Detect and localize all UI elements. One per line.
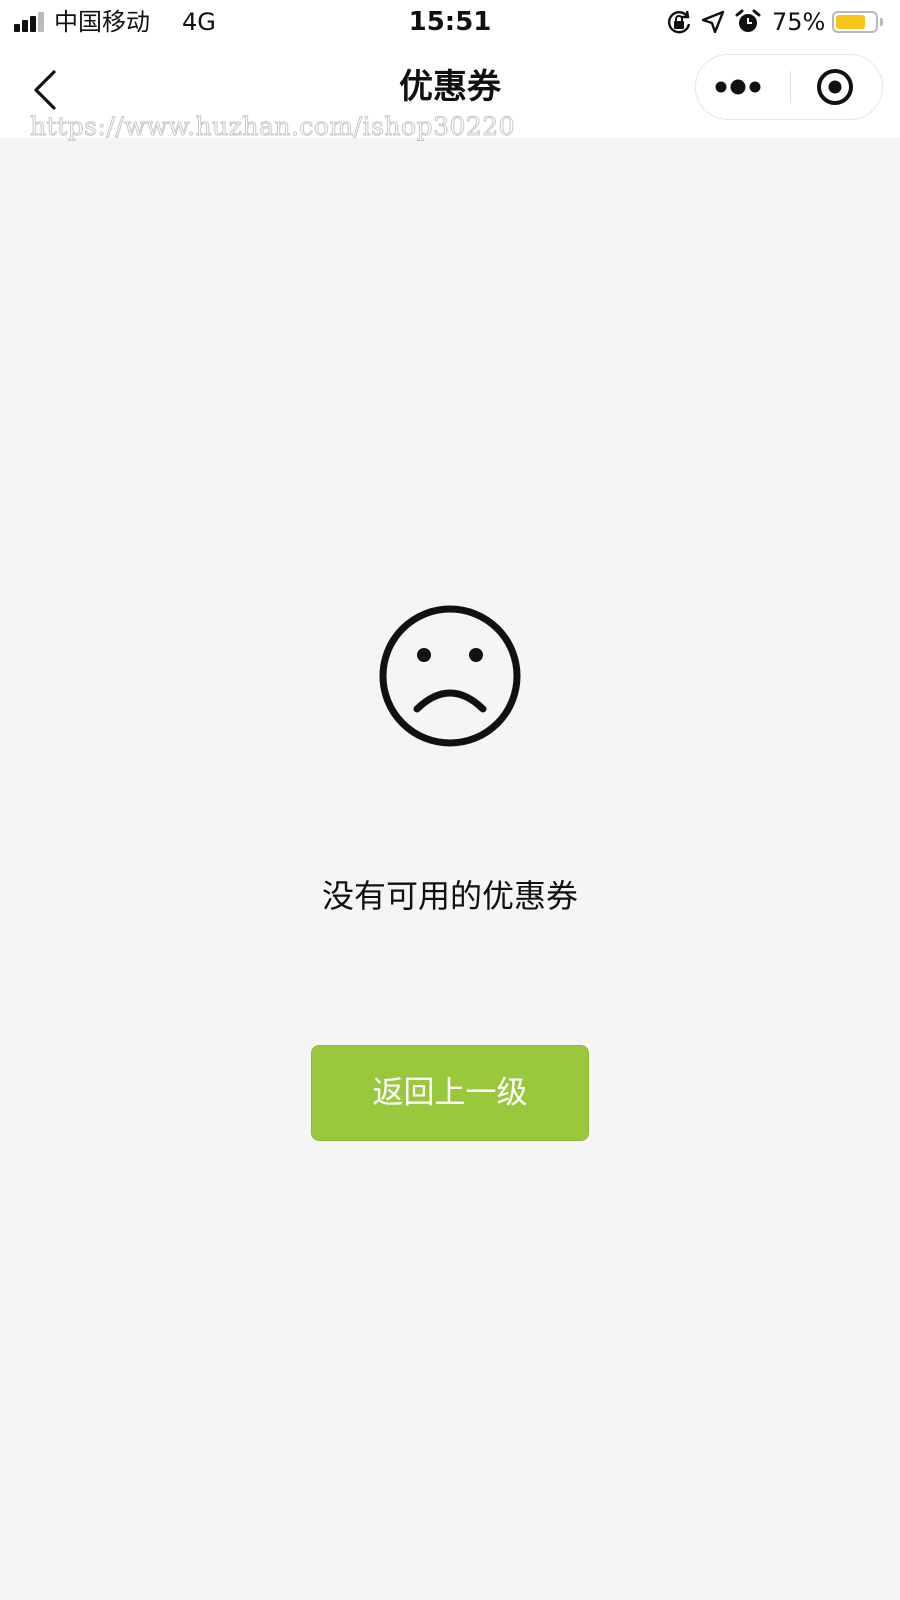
close-target-icon (817, 69, 853, 105)
battery-percent: 75% (772, 8, 826, 36)
battery-fill (836, 15, 865, 29)
status-bar: 中国移动 4G 15:51 75% (0, 0, 900, 44)
battery-tip (880, 18, 883, 26)
page-title: 优惠券 (399, 67, 501, 107)
watermark-text: https://www.huzhan.com/ishop30220 (29, 112, 516, 142)
chevron-left-icon (34, 70, 56, 110)
more-button[interactable] (696, 55, 790, 119)
status-time: 15:51 (408, 7, 492, 37)
back-to-previous-button[interactable]: 返回上一级 (311, 1045, 589, 1141)
top-area: 中国移动 4G 15:51 75% 优惠券 https://www.huzhan… (0, 0, 900, 142)
empty-message: 没有可用的优惠券 (321, 877, 578, 915)
sad-face-icon (377, 603, 523, 749)
back-button[interactable] (24, 66, 68, 114)
close-button[interactable] (791, 55, 883, 119)
more-dots-icon (715, 79, 761, 95)
battery-icon (832, 11, 878, 33)
signal-strength-icon (14, 12, 48, 32)
carrier-name: 中国移动 (54, 8, 150, 36)
mini-program-capsule (695, 54, 883, 120)
orientation-lock-icon (668, 10, 691, 34)
network-type: 4G (182, 8, 216, 36)
location-arrow-icon (701, 10, 725, 34)
alarm-clock-icon (735, 9, 761, 32)
